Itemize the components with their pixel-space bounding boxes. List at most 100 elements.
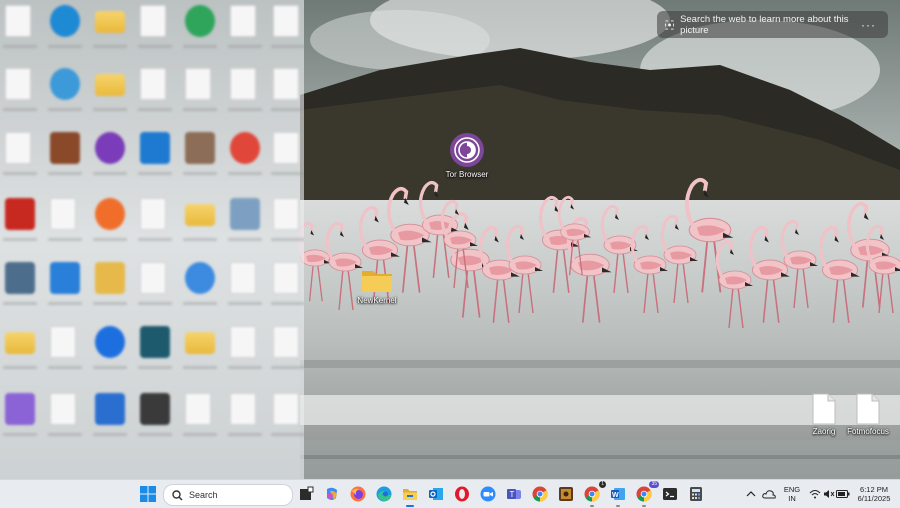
outlook-button[interactable] [427, 485, 445, 503]
blurred-icon-label [183, 108, 217, 111]
blurred-desktop-icon [273, 198, 299, 230]
file-explorer-button[interactable] [401, 485, 419, 507]
blurred-desktop-icon [185, 68, 211, 100]
copilot-icon [327, 487, 337, 500]
chrome-profile-button-1[interactable]: 1 [583, 481, 606, 507]
blurred-desktop-icon [140, 262, 166, 294]
blurred-desktop-icon [95, 198, 125, 230]
battery-charging-icon [836, 490, 850, 498]
desktop-icon-tor-browser[interactable]: Tor Browser [435, 132, 499, 179]
blurred-icon-label [183, 45, 217, 48]
blurred-desktop-icon [273, 132, 299, 164]
widgets-icon [300, 486, 314, 500]
blurred-desktop-icon [140, 198, 166, 230]
blurred-desktop-icon [230, 198, 260, 230]
blurred-icon-label [228, 172, 262, 175]
cloud-icon [762, 490, 776, 499]
blurred-desktop-icon [5, 132, 31, 164]
copilot-button[interactable] [323, 485, 341, 503]
blurred-desktop-icon [273, 326, 299, 358]
terminal-icon [663, 488, 677, 500]
visual-search-text: Search the web to learn more about this … [680, 13, 849, 36]
blurred-desktop-icon [95, 393, 125, 425]
profile-badge: 35 [649, 481, 659, 488]
blurred-desktop-icon [273, 262, 299, 294]
edge-icon [376, 486, 392, 502]
desktop-icon-label: Fotmofocus [847, 427, 889, 436]
blurred-desktop-icon [230, 5, 256, 37]
blurred-desktop-icon [5, 262, 35, 294]
windows-start-icon [140, 486, 156, 502]
visual-search-bar[interactable]: Search the web to learn more about this … [657, 11, 888, 38]
chrome-icon [532, 486, 548, 502]
word-button[interactable]: W [609, 485, 627, 507]
desktop-icon-newkernel-folder[interactable]: NewKernel [345, 266, 409, 305]
blurred-icon-label [271, 238, 304, 241]
blurred-icon-label [183, 366, 217, 369]
blurred-icon-label [183, 302, 217, 305]
blurred-desktop-icon [5, 332, 35, 354]
more-options-icon[interactable]: ··· [861, 18, 876, 32]
desktop-icon-label: Zaorig [812, 427, 836, 436]
firefox-button[interactable] [349, 485, 367, 503]
zoom-icon [480, 486, 496, 502]
blurred-icon-label [138, 172, 172, 175]
show-hidden-icons-button[interactable] [742, 485, 760, 503]
blurred-icon-label [138, 108, 172, 111]
blurred-icon-label [3, 238, 37, 241]
blurred-desktop-icon [230, 68, 256, 100]
blurred-icon-label [3, 108, 37, 111]
blurred-desktop-icon [95, 74, 125, 96]
word-icon: W [611, 488, 625, 500]
flamingo [715, 239, 753, 329]
blurred-icon-label [228, 302, 262, 305]
clock-date: 6/11/2025 [857, 494, 891, 503]
taskbar: Search T 1 W 35 ENG IN 6:12 PM 6/11/2025 [0, 479, 900, 508]
blurred-desktop-icon [50, 132, 80, 164]
start-button[interactable] [139, 485, 157, 503]
media-icon [559, 487, 573, 501]
teams-button[interactable]: T [505, 485, 523, 503]
firefox-icon [350, 486, 366, 502]
blank-file-icon [812, 393, 836, 425]
taskbar-search-box[interactable]: Search [163, 484, 293, 506]
blurred-desktop-icon [50, 326, 76, 358]
terminal-button[interactable] [661, 485, 679, 503]
blurred-icon-label [3, 172, 37, 175]
media-app-button[interactable] [557, 485, 575, 503]
blurred-icon-label [48, 108, 82, 111]
blurred-icon-label [271, 433, 304, 436]
blurred-icon-label [93, 172, 127, 175]
blurred-icon-label [271, 172, 304, 175]
onedrive-button[interactable] [760, 485, 778, 503]
blurred-desktop-icon [50, 393, 76, 425]
blurred-icon-label [228, 45, 262, 48]
blank-file-icon [856, 393, 880, 425]
desktop-icon-fotmofocus-file[interactable]: Fotmofocus [836, 393, 900, 436]
blurred-desktop-icon [95, 262, 125, 294]
blurred-desktop-icon [5, 5, 31, 37]
edge-button[interactable] [375, 485, 393, 503]
blurred-desktop-icon [140, 132, 170, 164]
widgets-button[interactable] [297, 485, 315, 503]
opera-button[interactable] [453, 485, 471, 503]
blurred-desktop-icon [140, 393, 170, 425]
chrome-profile-button-2[interactable]: 35 [635, 481, 659, 507]
chevron-up-icon [746, 491, 756, 497]
calculator-button[interactable] [687, 485, 705, 503]
blurred-desktop-icon [230, 326, 256, 358]
blurred-icon-label [93, 433, 127, 436]
blurred-icon-label [138, 366, 172, 369]
blurred-desktop-icon [140, 5, 166, 37]
zoom-button[interactable] [479, 485, 497, 503]
blurred-icon-label [93, 366, 127, 369]
visual-search-icon [665, 19, 675, 30]
clock[interactable]: 6:12 PM 6/11/2025 [850, 485, 898, 503]
blurred-desktop-icon [185, 262, 215, 294]
language-code: ENG [783, 485, 801, 494]
input-language-indicator[interactable]: ENG IN [782, 485, 802, 503]
blurred-icon-label [93, 238, 127, 241]
blurred-icon-label [48, 366, 82, 369]
chrome-profile-icon [584, 486, 600, 502]
chrome-button[interactable] [531, 485, 549, 503]
